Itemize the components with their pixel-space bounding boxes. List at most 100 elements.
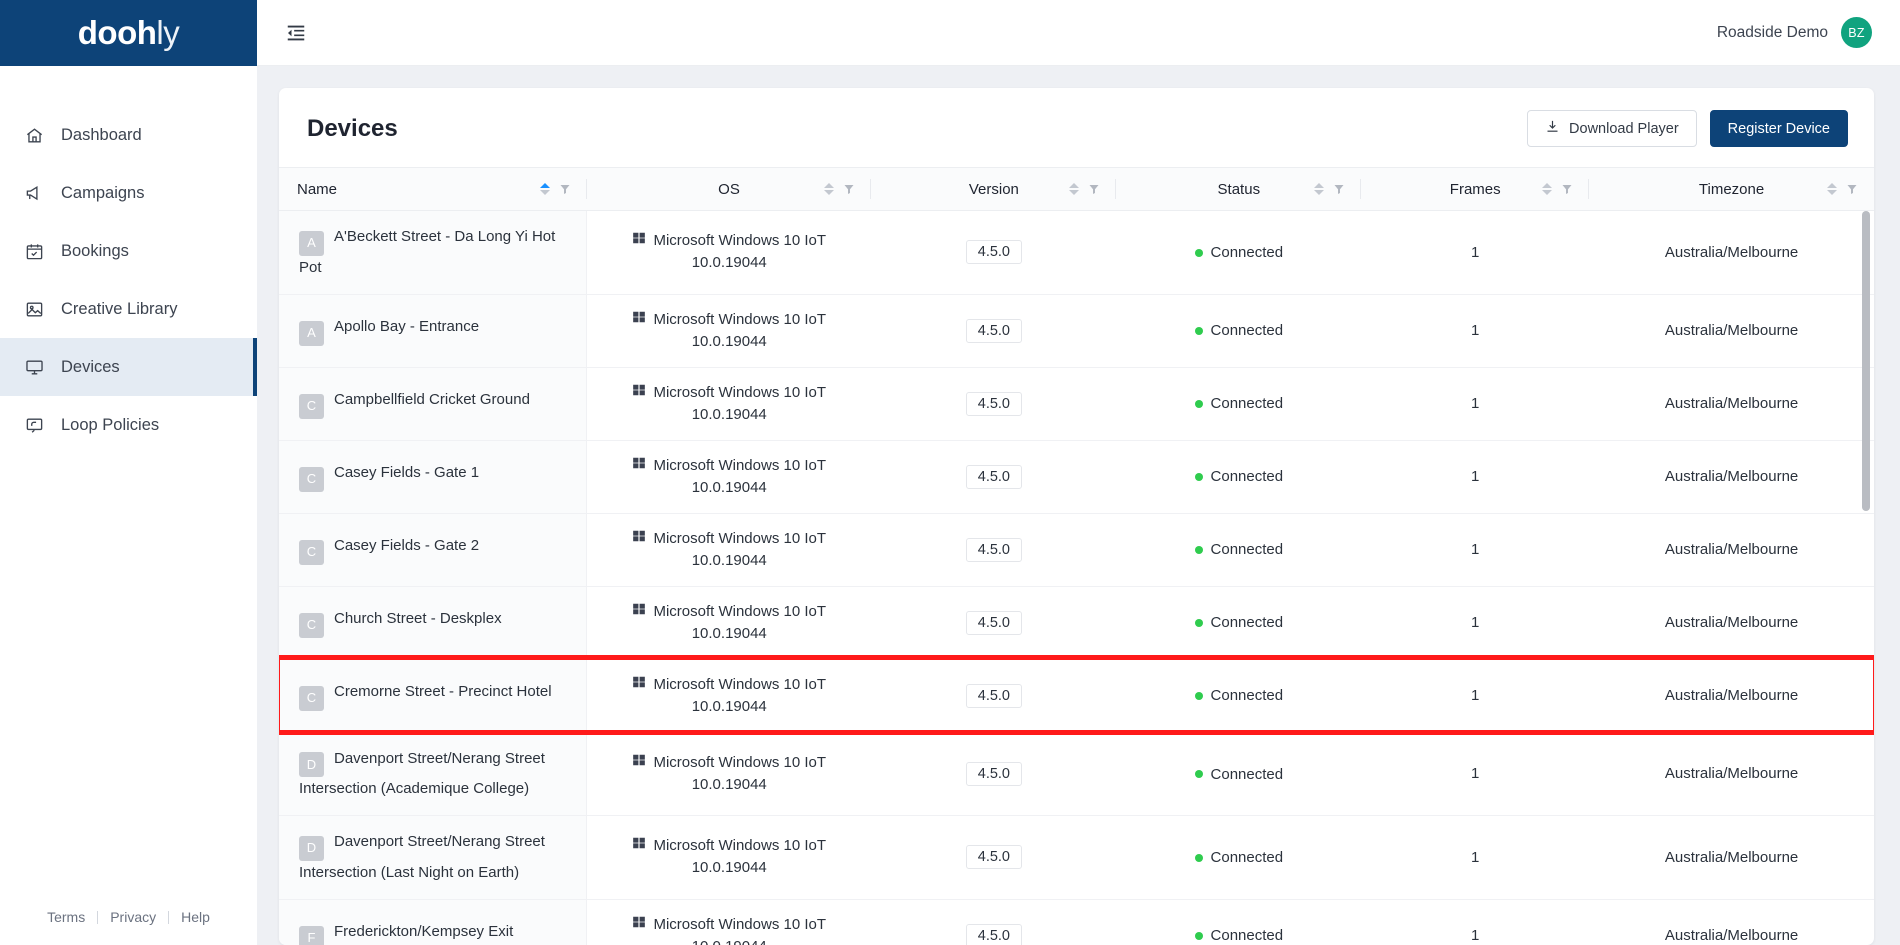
sort-toggle-status[interactable] <box>1314 183 1325 195</box>
table-row[interactable]: A A'Beckett Street - Da Long Yi Hot Pot Mi… <box>279 210 1874 295</box>
device-name: Campbellfield Cricket Ground <box>334 391 530 409</box>
column-header-version[interactable]: Version <box>871 167 1117 211</box>
brand-logo[interactable]: doohly <box>0 0 257 66</box>
windows-icon <box>632 835 646 857</box>
status-dot-icon <box>1194 545 1203 554</box>
cell-timezone: Australia/Melbourne <box>1589 367 1874 441</box>
sidebar-item-dashboard[interactable]: Dashboard <box>0 106 257 164</box>
column-tools <box>1314 183 1345 195</box>
cell-timezone: Australia/Melbourne <box>1589 586 1874 660</box>
cell-name[interactable]: D Davenport Street/Nerang Street Intersec… <box>279 732 588 816</box>
os-name: Microsoft Windows 10 IoT <box>653 915 827 933</box>
status-label: Connected <box>1210 927 1284 945</box>
sidebar-item-loop-policies[interactable]: Loop Policies <box>0 396 257 454</box>
table-row[interactable]: A Apollo Bay - Entrance Microsoft Windows … <box>279 294 1874 368</box>
version-badge: 4.5.0 <box>965 761 1022 786</box>
register-device-button[interactable]: Register Device <box>1709 110 1848 147</box>
sidebar-item-devices[interactable]: Devices <box>0 338 257 396</box>
column-header-status[interactable]: Status <box>1116 167 1362 211</box>
sort-toggle-frames[interactable] <box>1542 183 1553 195</box>
avatar[interactable]: BZ <box>1841 17 1872 48</box>
column-header-name[interactable]: Name <box>279 167 587 211</box>
table-row[interactable]: C Cremorne Street - Precinct Hotel Microso… <box>279 659 1874 733</box>
column-tools <box>1069 183 1100 195</box>
device-name: Church Street - Deskplex <box>334 610 502 628</box>
column-label: Timezone <box>1698 180 1765 198</box>
cell-timezone: Australia/Melbourne <box>1589 210 1874 295</box>
cell-name[interactable]: C Casey Fields - Gate 1 <box>279 440 588 514</box>
table-header: Name OS Version Status Frames Timezone <box>279 167 1874 211</box>
sort-toggle-name[interactable] <box>539 183 550 195</box>
download-player-label: Download Player <box>1569 120 1679 137</box>
table-row[interactable]: D Davenport Street/Nerang Street Intersec… <box>279 732 1874 816</box>
filter-icon[interactable] <box>1561 183 1573 195</box>
sidebar-item-label: Devices <box>61 357 120 376</box>
status-label: Connected <box>1210 395 1284 413</box>
cell-name[interactable]: D Davenport Street/Nerang Street Intersec… <box>279 815 588 900</box>
column-tools <box>824 183 855 195</box>
device-name: Frederickton/Kempsey Exit <box>334 923 514 941</box>
column-tools <box>539 183 571 195</box>
home-icon <box>24 125 45 146</box>
status-dot-icon <box>1194 399 1203 408</box>
download-player-button[interactable]: Download Player <box>1527 110 1697 147</box>
status-label: Connected <box>1210 541 1284 559</box>
table-row[interactable]: F Frederickton/Kempsey Exit Microsoft Wind… <box>279 899 1874 945</box>
cell-name[interactable]: C Church Street - Deskplex <box>279 586 588 660</box>
topbar: Roadside Demo BZ <box>257 0 1900 66</box>
cell-name[interactable]: C Cremorne Street - Precinct Hotel <box>279 659 588 733</box>
cell-status: Connected <box>1116 732 1362 816</box>
vertical-scrollbar[interactable] <box>1862 211 1870 511</box>
terms-link[interactable]: Terms <box>35 909 97 925</box>
windows-icon <box>632 674 646 696</box>
cell-frames: 1 <box>1361 210 1590 295</box>
sidebar-item-campaigns[interactable]: Campaigns <box>0 164 257 222</box>
cell-version: 4.5.0 <box>871 586 1117 660</box>
cell-name[interactable]: A A'Beckett Street - Da Long Yi Hot Pot <box>279 210 588 295</box>
sort-toggle-os[interactable] <box>824 183 835 195</box>
status-badge: Connected <box>1194 244 1283 261</box>
sidebar-item-creative-library[interactable]: Creative Library <box>0 280 257 338</box>
status-badge: Connected <box>1194 395 1284 413</box>
version-badge: 4.5.0 <box>965 240 1022 265</box>
privacy-link[interactable]: Privacy <box>98 909 168 925</box>
brand-text-bold: dooh <box>77 14 157 51</box>
column-header-frames[interactable]: Frames <box>1361 167 1590 211</box>
device-name: Davenport Street/Nerang Street Intersect… <box>299 833 545 881</box>
device-initial-badge: D <box>299 752 324 777</box>
cell-os: Microsoft Windows 10 IoT 10.0.19044 <box>586 440 872 514</box>
os-build: 10.0.19044 <box>692 938 767 945</box>
column-header-os[interactable]: OS <box>586 167 872 211</box>
filter-icon[interactable] <box>559 183 571 195</box>
user-menu[interactable]: Roadside Demo BZ <box>1717 17 1872 48</box>
table-row[interactable]: C Casey Fields - Gate 2 Microsoft Windows … <box>279 513 1874 587</box>
cell-name[interactable]: A Apollo Bay - Entrance <box>279 294 588 368</box>
page-title: Devices <box>307 114 398 142</box>
cell-name[interactable]: F Frederickton/Kempsey Exit <box>279 899 588 945</box>
table-row[interactable]: C Casey Fields - Gate 1 Microsoft Windows … <box>279 440 1874 514</box>
cell-name[interactable]: C Campbellfield Cricket Ground <box>279 367 588 441</box>
cell-name[interactable]: C Casey Fields - Gate 2 <box>279 513 588 587</box>
menu-fold-icon[interactable] <box>279 16 313 50</box>
filter-icon[interactable] <box>1846 183 1858 195</box>
version-badge: 4.5.0 <box>965 464 1022 489</box>
column-header-timezone[interactable]: Timezone <box>1589 167 1874 211</box>
filter-icon[interactable] <box>843 183 855 195</box>
status-badge: Connected <box>1194 927 1284 945</box>
cell-version: 4.5.0 <box>871 899 1117 945</box>
filter-icon[interactable] <box>1088 183 1100 195</box>
filter-icon[interactable] <box>1333 183 1345 195</box>
cell-frames: 1 <box>1361 513 1590 587</box>
help-link[interactable]: Help <box>169 909 222 925</box>
table-row[interactable]: C Church Street - Deskplex Microsoft Windo… <box>279 586 1874 660</box>
version-badge: 4.5.0 <box>965 845 1022 870</box>
device-initial-badge: C <box>299 539 324 565</box>
table-row[interactable]: C Campbellfield Cricket Ground Microsoft W… <box>279 367 1874 441</box>
sidebar-item-bookings[interactable]: Bookings <box>0 222 257 280</box>
sort-toggle-timezone[interactable] <box>1827 183 1837 195</box>
table-row[interactable]: D Davenport Street/Nerang Street Intersec… <box>279 815 1874 900</box>
sort-toggle-version[interactable] <box>1069 183 1080 195</box>
os-name: Microsoft Windows 10 IoT <box>653 753 827 771</box>
cell-os: Microsoft Windows 10 IoT 10.0.19044 <box>586 210 872 295</box>
status-dot-icon <box>1194 770 1203 778</box>
